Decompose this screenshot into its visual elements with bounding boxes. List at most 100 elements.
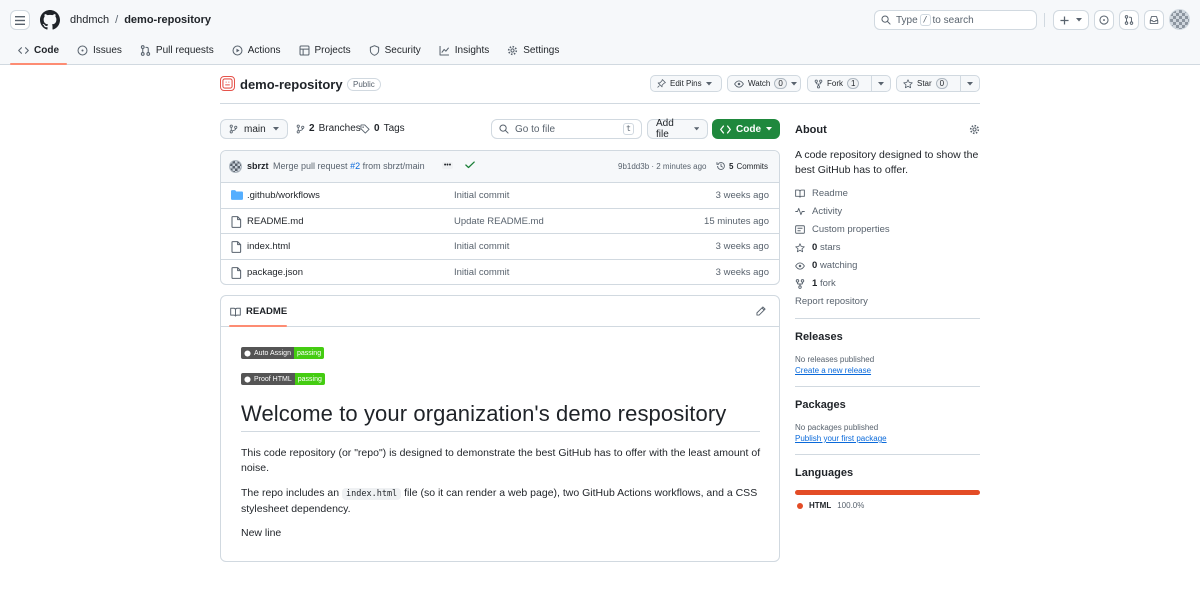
language-name: HTML bbox=[809, 501, 832, 510]
forks-link[interactable]: 1 fork bbox=[795, 278, 836, 289]
user-avatar[interactable] bbox=[1169, 9, 1190, 30]
watching-link[interactable]: 0 watching bbox=[795, 260, 857, 271]
file-name[interactable]: index.html bbox=[247, 241, 290, 252]
tab-settings[interactable]: Settings bbox=[499, 42, 567, 58]
badge-label: Proof HTML bbox=[254, 375, 292, 383]
watch-button[interactable]: Watch 0 bbox=[727, 75, 801, 92]
file-row[interactable]: index.html Initial commit 3 weeks ago bbox=[221, 234, 779, 260]
fork-icon bbox=[795, 278, 805, 289]
menu-button[interactable] bbox=[10, 10, 30, 30]
language-item[interactable]: HTML 100.0% bbox=[797, 501, 864, 510]
gear-icon[interactable] bbox=[969, 124, 980, 135]
commits-history-link[interactable]: 5 Commits bbox=[716, 161, 768, 171]
watching-count: 0 bbox=[812, 260, 818, 271]
sidebar-divider bbox=[795, 318, 980, 319]
workflow-badge[interactable]: Auto Assign passing bbox=[241, 347, 325, 359]
branches-link[interactable]: 2 Branches bbox=[296, 123, 361, 134]
tab-pull-requests[interactable]: Pull requests bbox=[132, 42, 222, 58]
activity-link[interactable]: Activity bbox=[795, 206, 842, 217]
file-name[interactable]: package.json bbox=[247, 267, 303, 278]
inline-code: index.html bbox=[342, 488, 402, 500]
file-row[interactable]: .github/workflows Initial commit 3 weeks… bbox=[221, 183, 779, 209]
language-color-dot bbox=[797, 502, 803, 509]
add-file-button[interactable]: Add file bbox=[647, 118, 708, 140]
language-bar bbox=[795, 490, 980, 495]
commit-expand-button[interactable]: ••• bbox=[442, 162, 453, 169]
star-dropdown[interactable] bbox=[960, 76, 979, 91]
commit-author[interactable]: sbrzt bbox=[247, 161, 269, 171]
file-commit-message[interactable]: Update README.md bbox=[454, 216, 544, 227]
about-heading: About bbox=[795, 124, 827, 136]
forks-count: 1 bbox=[812, 278, 818, 289]
file-name[interactable]: README.md bbox=[247, 216, 303, 227]
commit-sha-time[interactable]: 9b1dd3b · 2 minutes ago bbox=[618, 162, 707, 171]
tab-insights[interactable]: Insights bbox=[431, 42, 497, 58]
inbox-button[interactable] bbox=[1144, 10, 1164, 30]
org-logo-icon bbox=[222, 78, 233, 89]
latest-commit-bar: sbrzt Merge pull request #2 from sbrzt/m… bbox=[221, 151, 779, 183]
create-new-button[interactable] bbox=[1053, 10, 1089, 30]
file-name[interactable]: .github/workflows bbox=[247, 190, 320, 201]
chevron-down-icon bbox=[705, 81, 712, 85]
search-input[interactable]: Type / to search bbox=[874, 10, 1037, 30]
file-commit-message[interactable]: Initial commit bbox=[454, 190, 509, 201]
star-button[interactable]: Star 0 bbox=[896, 75, 980, 92]
commit-message[interactable]: Merge pull request #2 from sbrzt/main bbox=[273, 161, 425, 171]
file-commit-message[interactable]: Initial commit bbox=[454, 241, 509, 252]
releases-heading[interactable]: Releases bbox=[795, 331, 843, 343]
pull-requests-button[interactable] bbox=[1119, 10, 1139, 30]
forks-stat: 1 fork bbox=[812, 278, 836, 289]
github-logo-icon[interactable] bbox=[40, 10, 60, 30]
readme-link[interactable]: Readme bbox=[795, 188, 848, 199]
stars-count: 0 bbox=[812, 242, 818, 253]
plus-icon bbox=[1060, 15, 1069, 25]
custom-properties-link[interactable]: Custom properties bbox=[795, 224, 890, 235]
edit-pins-button[interactable]: Edit Pins bbox=[650, 75, 722, 92]
readme-link-label: Readme bbox=[812, 188, 848, 199]
report-repository-link[interactable]: Report repository bbox=[795, 296, 868, 307]
chevron-down-icon bbox=[273, 127, 279, 131]
tab-security[interactable]: Security bbox=[361, 42, 429, 58]
repo-title[interactable]: demo-repository bbox=[240, 77, 343, 92]
note-icon bbox=[795, 225, 805, 234]
go-to-file-input[interactable]: Go to file t bbox=[491, 119, 642, 139]
fork-dropdown[interactable] bbox=[871, 76, 890, 91]
code-button[interactable]: Code bbox=[712, 119, 780, 139]
branch-selector[interactable]: main bbox=[220, 119, 288, 139]
issue-opened-icon bbox=[1099, 15, 1109, 25]
commit-author-avatar[interactable] bbox=[229, 160, 242, 173]
file-icon bbox=[231, 215, 242, 228]
tab-projects[interactable]: Projects bbox=[291, 42, 359, 58]
owner-link[interactable]: dhdmch bbox=[70, 14, 109, 26]
file-row[interactable]: package.json Initial commit 3 weeks ago bbox=[221, 260, 779, 285]
check-icon[interactable] bbox=[465, 161, 475, 169]
commit-pr-link[interactable]: #2 bbox=[350, 161, 360, 171]
workflow-badge[interactable]: Proof HTML passing bbox=[241, 373, 325, 385]
stars-link[interactable]: 0 stars bbox=[795, 242, 841, 253]
chevron-down-icon bbox=[766, 127, 772, 131]
publish-package-link[interactable]: Publish your first package bbox=[795, 434, 887, 443]
packages-heading[interactable]: Packages bbox=[795, 399, 846, 411]
file-commit-message[interactable]: Initial commit bbox=[454, 267, 509, 278]
branch-name: main bbox=[244, 123, 266, 135]
readme-tab[interactable]: README bbox=[230, 306, 287, 317]
fork-button[interactable]: Fork 1 bbox=[807, 75, 891, 92]
github-logo-icon bbox=[244, 375, 251, 383]
readme-paragraph: This code repository (or "repo") is desi… bbox=[241, 447, 761, 474]
issues-button[interactable] bbox=[1094, 10, 1114, 30]
stars-label: stars bbox=[819, 242, 841, 253]
file-row[interactable]: README.md Update README.md 15 minutes ag… bbox=[221, 209, 779, 234]
tab-code[interactable]: Code bbox=[10, 42, 67, 65]
tags-link[interactable]: 0 Tags bbox=[360, 123, 405, 134]
file-age: 3 weeks ago bbox=[715, 190, 769, 201]
issue-icon bbox=[77, 45, 88, 55]
tab-issues[interactable]: Issues bbox=[69, 42, 130, 58]
create-release-link[interactable]: Create a new release bbox=[795, 366, 871, 375]
repo-link[interactable]: demo-repository bbox=[124, 14, 211, 26]
file-icon bbox=[231, 266, 242, 279]
search-prefix: Type bbox=[896, 14, 918, 26]
tab-actions[interactable]: Actions bbox=[224, 42, 289, 58]
edit-readme-icon[interactable] bbox=[756, 306, 766, 316]
readme-paragraph: New line bbox=[241, 527, 282, 539]
hamburger-icon bbox=[15, 15, 25, 25]
